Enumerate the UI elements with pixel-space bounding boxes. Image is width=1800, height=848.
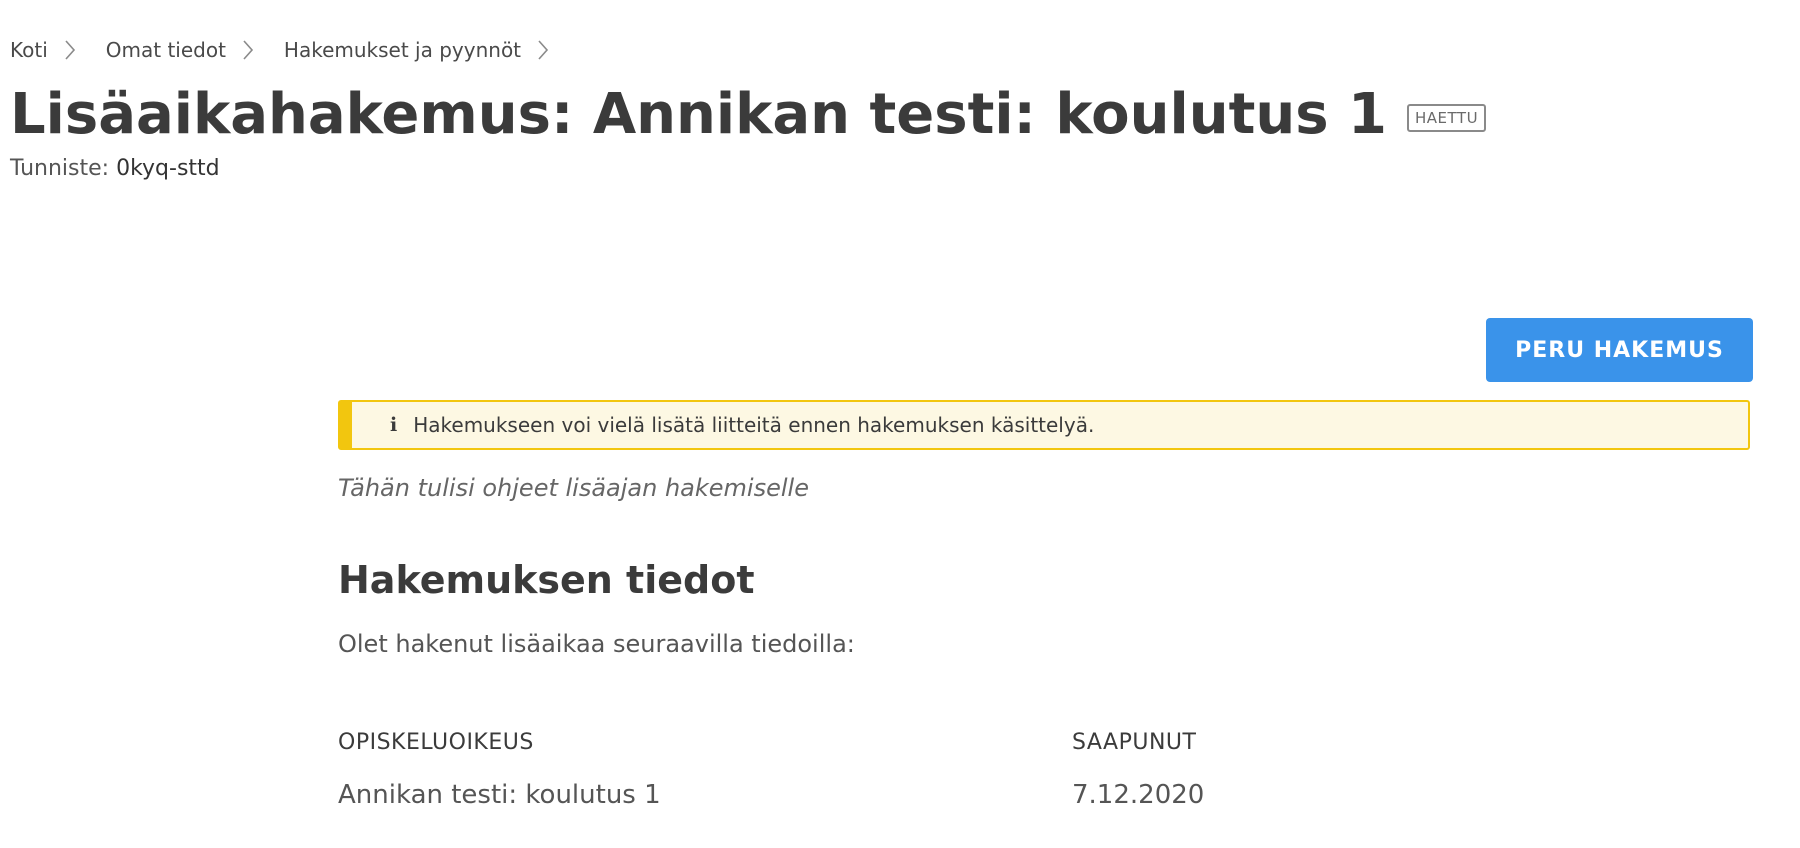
identifier: Tunniste: 0kyq-sttd xyxy=(10,156,220,181)
chevron-right-icon xyxy=(242,39,264,61)
chevron-right-icon xyxy=(64,39,86,61)
info-icon: i xyxy=(390,414,398,436)
instructions-text: Tähän tulisi ohjeet lisäajan hakemiselle xyxy=(338,474,809,502)
identifier-value: 0kyq-sttd xyxy=(116,156,220,181)
breadcrumb-omat-tiedot[interactable]: Omat tiedot xyxy=(106,38,226,62)
identifier-label: Tunniste: xyxy=(10,156,110,181)
breadcrumb-hakemukset[interactable]: Hakemukset ja pyynnöt xyxy=(284,38,521,62)
section-heading: Hakemuksen tiedot xyxy=(338,558,755,602)
breadcrumb: Koti Omat tiedot Hakemukset ja pyynnöt xyxy=(10,38,579,62)
status-badge: HAETTU xyxy=(1407,104,1487,132)
page-title: Lisäaikahakemus: Annikan testi: koulutus… xyxy=(10,80,1487,150)
opiskeluoikeus-value: Annikan testi: koulutus 1 xyxy=(338,780,661,810)
cancel-application-button[interactable]: PERU HAKEMUS xyxy=(1486,318,1753,382)
info-notice: i Hakemukseen voi vielä lisätä liitteitä… xyxy=(338,400,1750,450)
notice-text: Hakemukseen voi vielä lisätä liitteitä e… xyxy=(413,413,1095,437)
breadcrumb-koti[interactable]: Koti xyxy=(10,38,48,62)
chevron-right-icon xyxy=(537,39,559,61)
section-description: Olet hakenut lisäaikaa seuraavilla tiedo… xyxy=(338,630,855,658)
saapunut-value: 7.12.2020 xyxy=(1072,780,1205,810)
page-title-text: Lisäaikahakemus: Annikan testi: koulutus… xyxy=(10,82,1388,147)
column-header-saapunut: SAAPUNUT xyxy=(1072,730,1197,755)
column-header-opiskeluoikeus: OPISKELUOIKEUS xyxy=(338,730,534,755)
